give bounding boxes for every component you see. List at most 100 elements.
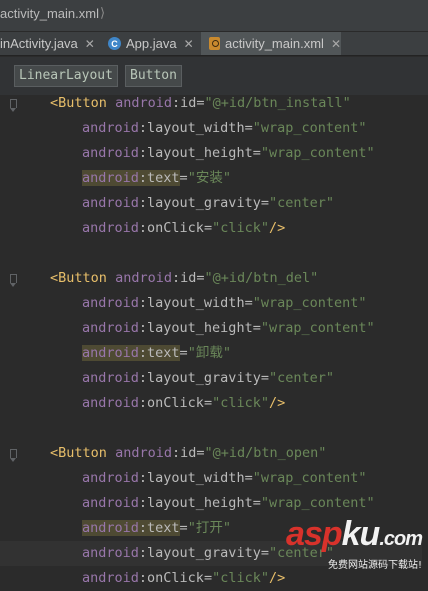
attr-name: :layout_height: [138, 145, 253, 161]
xml-attribute: android:layout_height: [82, 495, 253, 511]
tag-close: />: [268, 220, 286, 236]
watermark-subtitle: 免费网站源码下载站!: [327, 560, 422, 571]
code-line[interactable]: android:text="安装": [0, 166, 231, 191]
attr-equals: =: [179, 520, 188, 536]
structure-item-linearlayout[interactable]: LinearLayout: [14, 65, 118, 87]
xml-tag-name: Button: [58, 95, 107, 111]
attr-equals: =: [244, 295, 253, 311]
close-icon[interactable]: ✕: [184, 37, 194, 51]
code-line[interactable]: android:layout_gravity="center": [0, 366, 334, 391]
xml-tag-name: Button: [58, 445, 107, 461]
code-line[interactable]: android:text="打开": [0, 516, 231, 541]
code-line[interactable]: android:onClick="click"/>: [0, 216, 285, 241]
attr-equals: =: [196, 270, 205, 286]
code-line[interactable]: android:layout_width="wrap_content": [0, 466, 367, 491]
code-line[interactable]: android:layout_width="wrap_content": [0, 116, 367, 141]
structure-item-button[interactable]: Button: [125, 65, 182, 87]
xml-attribute: android:id: [115, 95, 196, 111]
attr-name: :layout_width: [138, 295, 245, 311]
attr-namespace: android: [82, 120, 139, 136]
attr-equals: =: [179, 345, 188, 361]
attr-name: :layout_width: [138, 470, 245, 486]
attr-name: :layout_height: [138, 495, 253, 511]
code-line[interactable]: android:layout_height="wrap_content": [0, 491, 375, 516]
tab-label: activity_main.xml: [224, 36, 324, 51]
attr-namespace: android: [82, 345, 139, 361]
code-line[interactable]: android:text="卸载": [0, 341, 231, 366]
attr-name: :text: [138, 170, 180, 186]
code-line[interactable]: <Button android:id="@+id/btn_install": [0, 91, 351, 116]
code-line[interactable]: <Button android:id="@+id/btn_del": [0, 266, 318, 291]
tag-bracket: <: [50, 95, 59, 111]
xml-file-icon: [209, 37, 220, 50]
tag-bracket: <: [50, 270, 59, 286]
tab-activity-main-xml[interactable]: activity_main.xml ✕: [201, 32, 341, 55]
attr-name: :text: [138, 520, 180, 536]
attr-name: :id: [171, 95, 197, 111]
attr-equals: =: [260, 370, 269, 386]
tab-app-java[interactable]: C App.java ✕: [103, 32, 199, 55]
attr-equals: =: [260, 545, 269, 561]
code-line[interactable]: android:layout_height="wrap_content": [0, 141, 375, 166]
code-line[interactable]: android:onClick="click"/>: [0, 391, 285, 416]
xml-attribute: android:text: [82, 520, 180, 536]
attr-name: :layout_gravity: [138, 370, 261, 386]
attr-value: "@+id/btn_install": [204, 95, 351, 111]
code-line[interactable]: <Button android:id="@+id/btn_open": [0, 441, 326, 466]
attr-equals: =: [203, 220, 213, 236]
attr-name: :onClick: [138, 220, 204, 236]
attr-equals: =: [203, 570, 213, 586]
attr-value: "打开": [187, 520, 231, 536]
attr-value: "wrap_content": [252, 295, 367, 311]
attr-namespace: android: [82, 545, 139, 561]
attr-equals: =: [244, 470, 253, 486]
attr-namespace: android: [82, 370, 139, 386]
attr-value: "click": [212, 570, 269, 586]
attr-namespace: android: [82, 220, 139, 236]
code-line[interactable]: android:layout_height="wrap_content": [0, 316, 375, 341]
xml-attribute: android:text: [82, 345, 180, 361]
attr-name: :onClick: [138, 570, 204, 586]
attr-equals: =: [196, 95, 205, 111]
attr-equals: =: [179, 170, 188, 186]
code-line[interactable]: android:onClick="click"/>: [0, 566, 285, 591]
xml-attribute: android:onClick: [82, 220, 204, 236]
java-class-icon: C: [108, 37, 121, 50]
attr-equals: =: [244, 120, 253, 136]
attr-value: "@+id/btn_open": [204, 445, 327, 461]
attr-equals: =: [252, 320, 261, 336]
attr-namespace: android: [82, 320, 139, 336]
attr-equals: =: [252, 145, 261, 161]
attr-namespace: android: [82, 145, 139, 161]
attr-namespace: android: [115, 445, 172, 461]
xml-attribute: android:layout_gravity: [82, 195, 261, 211]
code-line[interactable]: android:layout_gravity="center": [0, 191, 334, 216]
xml-attribute: android:id: [115, 445, 196, 461]
xml-attribute: android:layout_height: [82, 145, 253, 161]
attr-value: "@+id/btn_del": [204, 270, 319, 286]
attr-name: :layout_height: [138, 320, 253, 336]
editor-tabs: inActivity.java ✕ C App.java ✕ activity_…: [0, 32, 428, 56]
code-editor[interactable]: <Button android:id="@+id/btn_install" and…: [0, 95, 428, 586]
close-icon[interactable]: ✕: [331, 37, 341, 51]
attr-value: "卸载": [187, 345, 231, 361]
attr-name: :layout_gravity: [138, 545, 261, 561]
attr-equals: =: [260, 195, 269, 211]
xml-attribute: android:onClick: [82, 570, 204, 586]
xml-tag-name: Button: [58, 270, 107, 286]
tab-label: inActivity.java: [0, 36, 78, 51]
tab-mainactivity[interactable]: inActivity.java ✕: [0, 32, 100, 55]
attr-name: :id: [171, 270, 197, 286]
xml-structure-bar: LinearLayout Button: [0, 57, 428, 95]
xml-attribute: android:layout_width: [82, 470, 245, 486]
attr-value: "安装": [187, 170, 231, 186]
breadcrumb-file[interactable]: activity_main.xml: [0, 6, 99, 21]
editor-scrollbar[interactable]: [422, 95, 428, 583]
attr-value: "click": [212, 220, 269, 236]
code-line[interactable]: android:layout_width="wrap_content": [0, 291, 367, 316]
xml-attribute: android:layout_gravity: [82, 545, 261, 561]
xml-attribute: android:onClick: [82, 395, 204, 411]
attr-namespace: android: [115, 270, 172, 286]
close-icon[interactable]: ✕: [85, 37, 95, 51]
attr-namespace: android: [82, 520, 139, 536]
